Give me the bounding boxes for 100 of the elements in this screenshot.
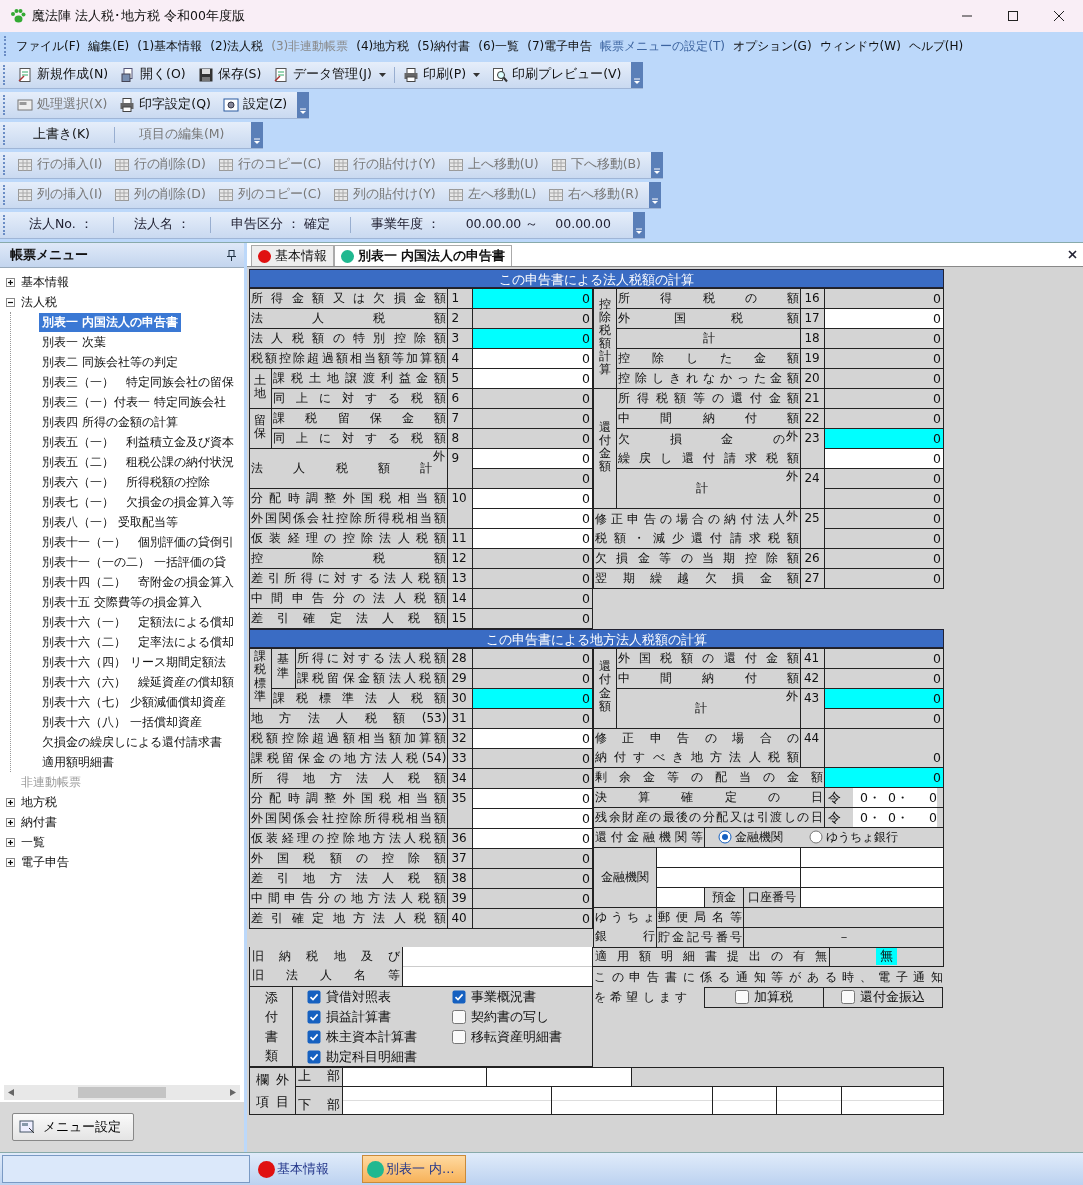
expander-icon[interactable] — [6, 297, 15, 307]
scroll-right-icon[interactable] — [230, 1089, 236, 1096]
checkbox-option[interactable]: 契約書の写し — [452, 1008, 592, 1026]
menu-item[interactable]: ウィンドウ(W) — [815, 35, 905, 57]
tree-item[interactable]: 別表十六（一） 定額法による償却 — [39, 612, 237, 632]
tree-item[interactable]: 別表十四（二） 寄附金の損金算入 — [39, 572, 237, 592]
window-tab[interactable]: 基本情報 — [254, 1156, 352, 1182]
tree-item[interactable]: 別表五（二） 租税公課の納付状況 — [39, 452, 237, 472]
checkbox[interactable] — [452, 1030, 466, 1044]
tree-item[interactable]: 別表一 内国法人の申告書 — [39, 312, 182, 332]
pin-icon[interactable] — [227, 249, 236, 261]
tree-item[interactable]: 地方税 — [19, 792, 59, 812]
tree-item[interactable]: 別表十五 交際費等の損金算入 — [39, 592, 205, 612]
grip-handle[interactable] — [3, 124, 8, 145]
tree-item[interactable]: 別表一 次葉 — [39, 332, 109, 352]
menu-item[interactable]: (6)一覧 — [474, 35, 524, 57]
tree-item[interactable]: 別表三（一） 特定同族会社の留保 — [39, 372, 237, 392]
tree-item[interactable]: 別表十六（八） 一括償却資産 — [39, 712, 205, 732]
toolbar-overflow-icon[interactable] — [250, 121, 263, 148]
window-tab[interactable]: 別表一 内… — [362, 1155, 466, 1183]
tree-item[interactable]: 別表二 同族会社等の判定 — [39, 352, 181, 372]
scroll-left-icon[interactable] — [8, 1089, 14, 1096]
menu-item[interactable]: ファイル(F) — [12, 35, 85, 57]
grip-handle[interactable] — [3, 184, 8, 205]
expander-icon[interactable] — [6, 277, 15, 287]
maximize-icon[interactable] — [1007, 10, 1019, 22]
checkbox[interactable] — [841, 990, 855, 1004]
toolbar-overflow-icon[interactable] — [632, 211, 645, 238]
checkbox-option[interactable]: 加算税 — [705, 987, 824, 1007]
grip-handle[interactable] — [3, 64, 8, 85]
amount-field[interactable]: 0 — [472, 288, 593, 309]
toolbar-button[interactable]: 新規作成(N) — [11, 64, 115, 85]
radio-option[interactable]: ゆうちょ銀行 — [809, 827, 899, 847]
menu-item[interactable]: (5)納付書 — [413, 35, 475, 57]
tree-item[interactable]: 適用額明細書 — [39, 752, 117, 772]
menu-item[interactable]: オプション(G) — [728, 35, 816, 57]
toolbar-button[interactable]: 保存(S) — [191, 64, 268, 85]
tree-item[interactable]: 別表七（一） 欠損金の損金算入等 — [39, 492, 237, 512]
menu-settings-button[interactable]: メニュー設定 — [12, 1113, 134, 1141]
grip-handle[interactable] — [3, 94, 8, 115]
radio-option[interactable]: 金融機関 — [718, 827, 784, 847]
text-field[interactable] — [343, 1068, 487, 1086]
grip-handle[interactable] — [4, 36, 9, 56]
checkbox-option[interactable]: 還付金振込 — [824, 987, 942, 1007]
checkbox[interactable] — [307, 1050, 321, 1064]
text-field[interactable] — [487, 1068, 632, 1086]
checkbox-option[interactable]: 移転資産明細書 — [452, 1028, 592, 1046]
expander-icon[interactable] — [6, 817, 15, 827]
tree-item[interactable]: 一覧 — [19, 832, 47, 852]
toolbar-overflow-icon[interactable] — [650, 151, 663, 178]
tab[interactable]: 基本情報 — [251, 245, 334, 266]
close-icon[interactable] — [1053, 10, 1065, 22]
tree-item[interactable]: 基本情報 — [19, 272, 71, 292]
checkbox[interactable] — [307, 990, 321, 1004]
tree-item[interactable]: 別表五（一） 利益積立金及び資本 — [39, 432, 237, 452]
text-field[interactable] — [343, 1087, 552, 1114]
checkbox-option[interactable]: 損益計算書 — [307, 1008, 452, 1026]
text-field[interactable] — [713, 1087, 777, 1114]
toolbar-button[interactable]: 設定(Z) — [216, 94, 294, 115]
checkbox[interactable] — [307, 1030, 321, 1044]
menu-item[interactable]: (4)地方税 — [352, 35, 414, 57]
checkbox[interactable] — [307, 1010, 321, 1024]
tree-item[interactable]: 別表八（一） 受取配当等 — [39, 512, 181, 532]
expander-icon[interactable] — [6, 797, 15, 807]
checkbox[interactable] — [735, 990, 749, 1004]
value-badge[interactable]: 無 — [876, 948, 897, 965]
tree-item[interactable]: 別表三（一）付表一 特定同族会社 — [39, 392, 229, 412]
tree-item[interactable]: 納付書 — [19, 812, 59, 832]
horizontal-scrollbar[interactable] — [4, 1085, 240, 1100]
expander-icon[interactable] — [6, 837, 15, 847]
checkbox[interactable] — [452, 990, 466, 1004]
grip-handle[interactable] — [3, 214, 8, 235]
close-icon[interactable] — [1068, 250, 1077, 259]
toolbar-button[interactable]: 印刷プレビュー(V) — [486, 64, 628, 85]
tree-item[interactable]: 別表四 所得の金額の計算 — [39, 412, 181, 432]
expander-icon[interactable] — [6, 857, 15, 867]
tree-item[interactable]: 別表十六（六） 繰延資産の償却額 — [39, 672, 237, 692]
toolbar-button[interactable]: 上書き(K) — [11, 124, 112, 145]
toolbar-button[interactable]: 印刷(P) — [396, 64, 487, 85]
toolbar-overflow-icon[interactable] — [297, 91, 310, 118]
menu-item[interactable]: (1)基本情報 — [133, 35, 207, 57]
menu-item[interactable]: 編集(E) — [84, 35, 134, 57]
tree-item[interactable]: 別表十六（二） 定率法による償却 — [39, 632, 237, 652]
tree-item[interactable]: 別表十一（一） 個別評価の貸倒引 — [39, 532, 237, 552]
grip-handle[interactable] — [3, 154, 8, 175]
tree-item[interactable]: 別表十六（四） リース期間定額法 — [39, 652, 229, 672]
menu-item[interactable]: ヘルプ(H) — [904, 35, 968, 57]
text-field[interactable] — [552, 1087, 713, 1114]
toolbar-button[interactable]: 印字設定(Q) — [113, 94, 217, 115]
tree-item[interactable]: 欠損金の繰戻しによる還付請求書 — [39, 732, 225, 752]
tree-item[interactable]: 別表十六（七） 少額減価償却資産 — [39, 692, 229, 712]
menu-item[interactable]: (2)法人税 — [206, 35, 268, 57]
checkbox-option[interactable]: 勘定科目明細書 — [307, 1048, 452, 1066]
text-field[interactable] — [777, 1087, 842, 1114]
tree-item[interactable]: 別表十一（一の二） 一括評価の貸 — [39, 552, 229, 572]
tree-item[interactable]: 電子申告 — [19, 852, 71, 872]
checkbox-option[interactable]: 株主資本計算書 — [307, 1028, 452, 1046]
toolbar-button[interactable]: データ管理(J) — [267, 64, 392, 85]
tree-item[interactable]: 法人税 — [19, 292, 59, 312]
toolbar-overflow-icon[interactable] — [631, 61, 644, 88]
